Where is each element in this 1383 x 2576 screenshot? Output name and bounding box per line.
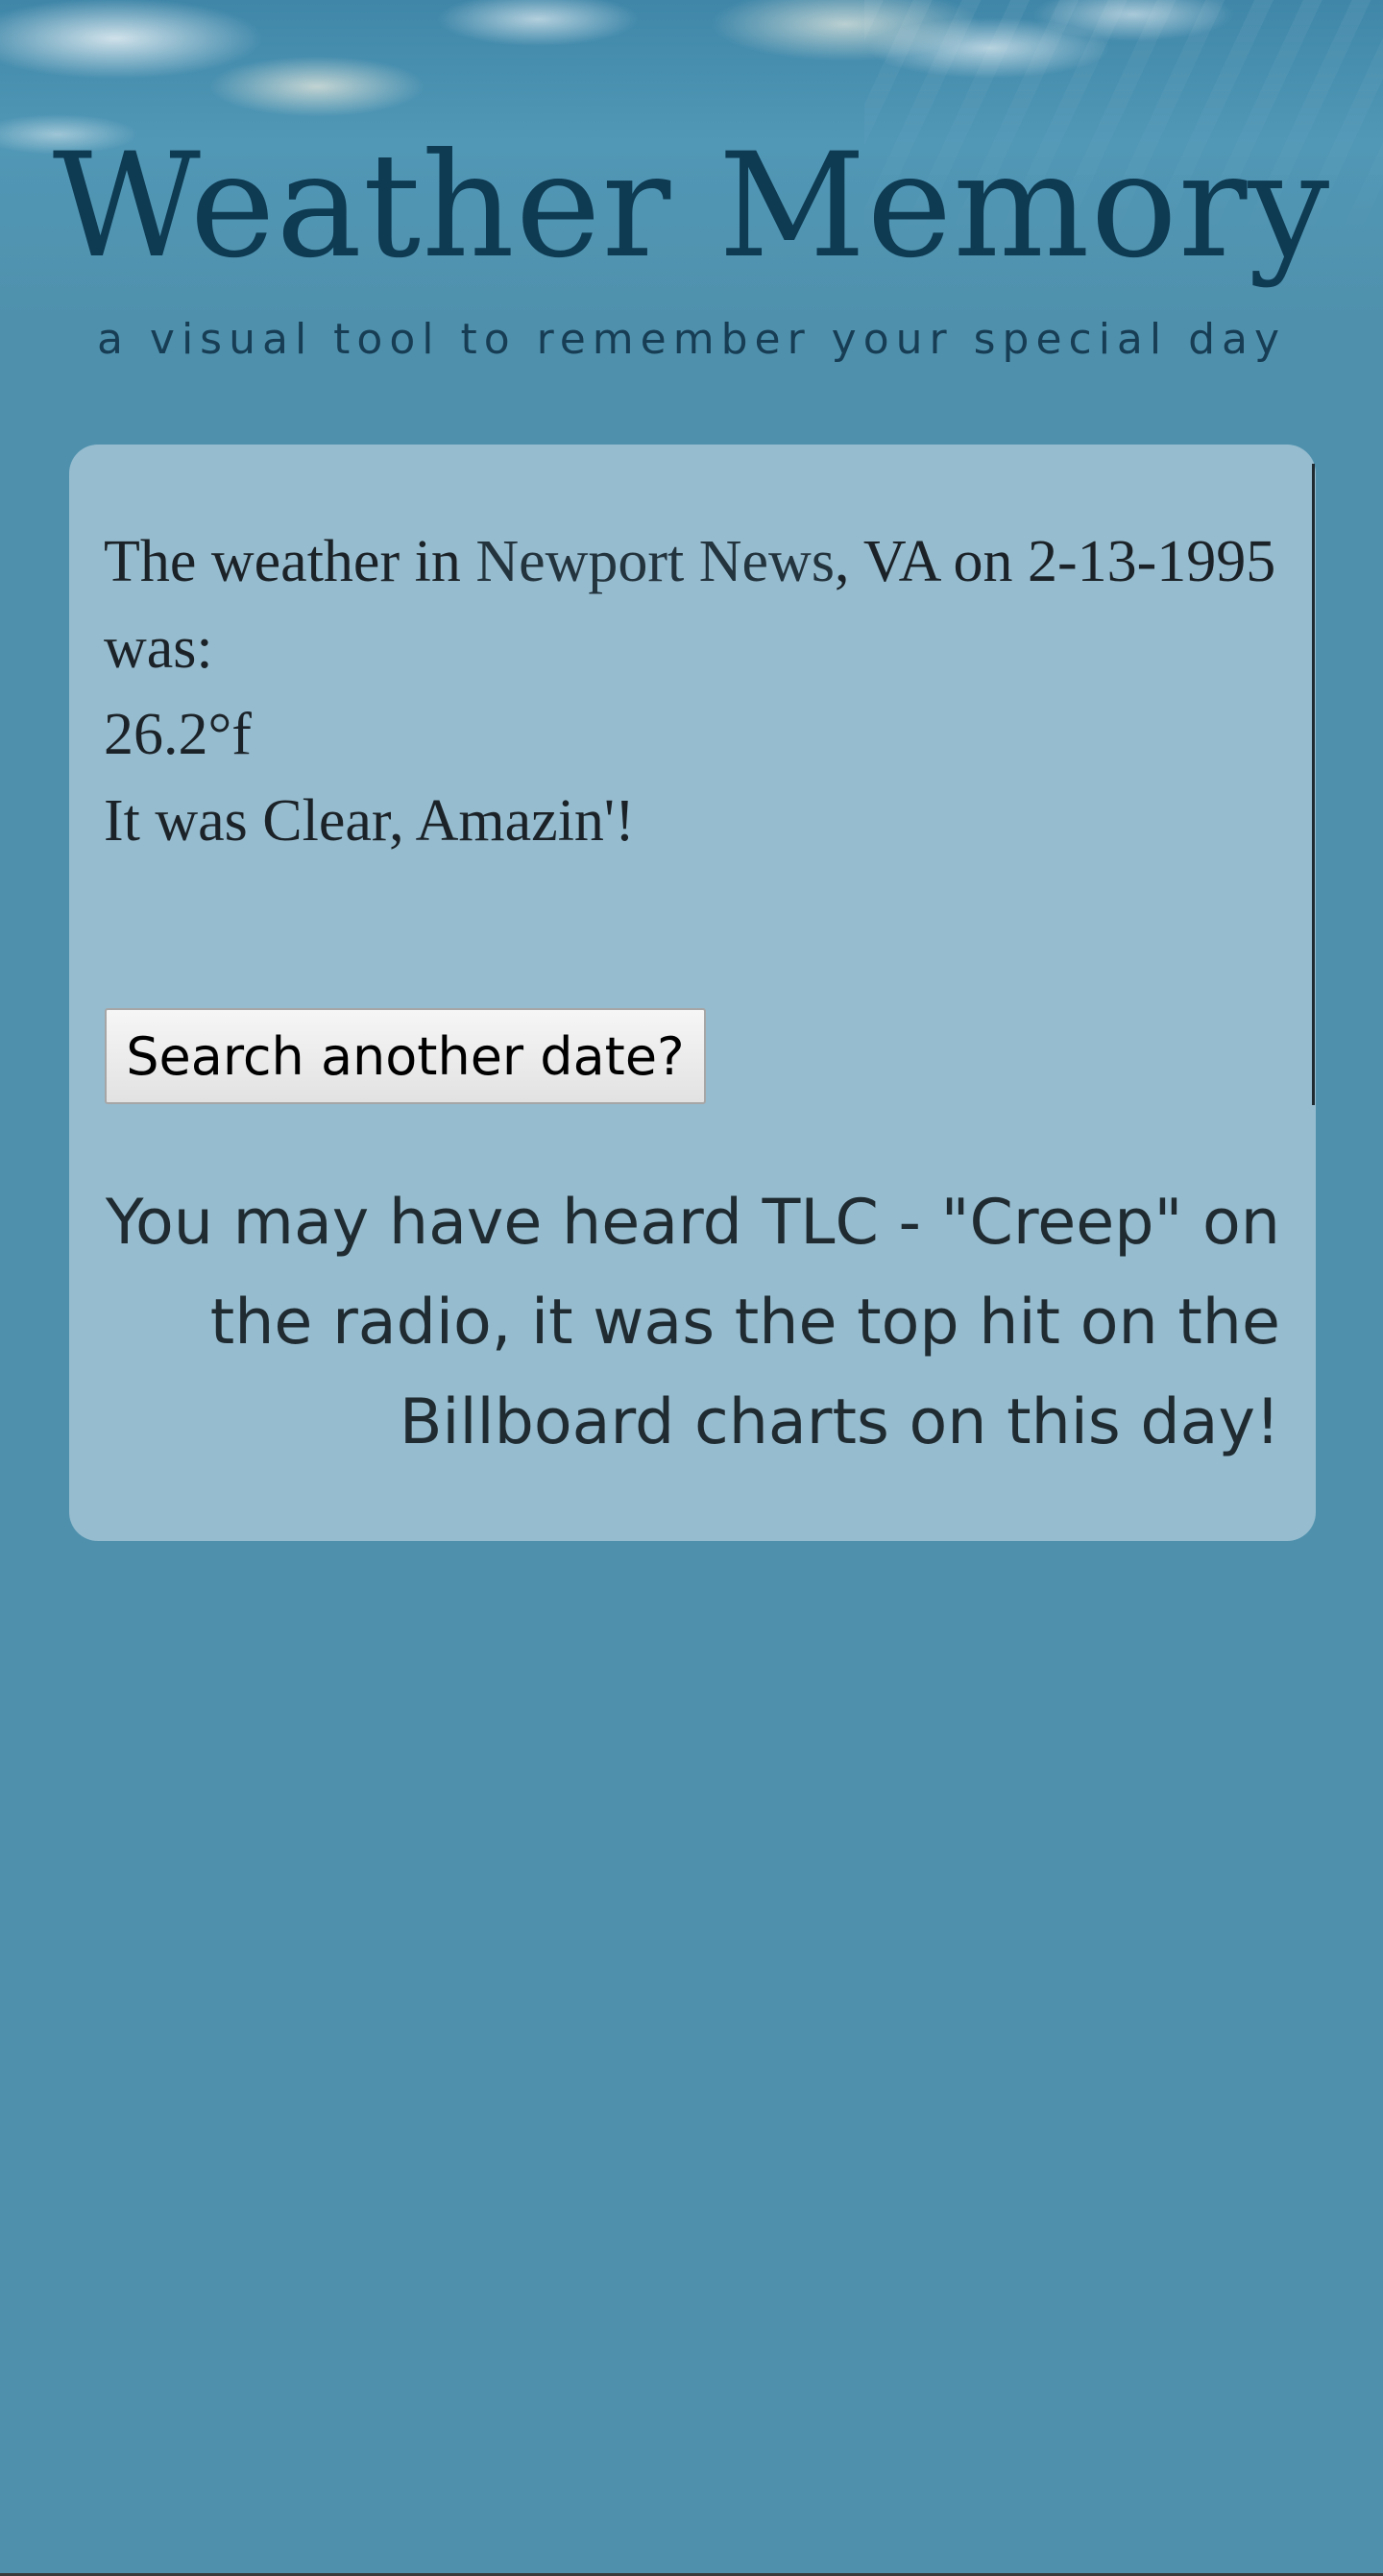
result-card-divider: [1312, 464, 1315, 1105]
site-tagline: a visual tool to remember your special d…: [96, 315, 1287, 364]
weather-result: The weather in Newport News, VA on 2-13-…: [104, 518, 1285, 864]
city-link[interactable]: Newport News: [475, 529, 835, 594]
weather-intro: The weather in: [104, 529, 476, 594]
top-song-message: You may have heard TLC - "Creep" on the …: [105, 1187, 1280, 1458]
weather-condition: It was Clear, Amazin'!: [104, 788, 635, 854]
search-another-date-button[interactable]: Search another date?: [105, 1008, 706, 1104]
temperature-value: 26.2°f: [104, 702, 252, 767]
weather-summary: The weather in Newport News, VA on 2-13-…: [104, 518, 1285, 691]
site-title: Weather Memory: [52, 123, 1331, 290]
